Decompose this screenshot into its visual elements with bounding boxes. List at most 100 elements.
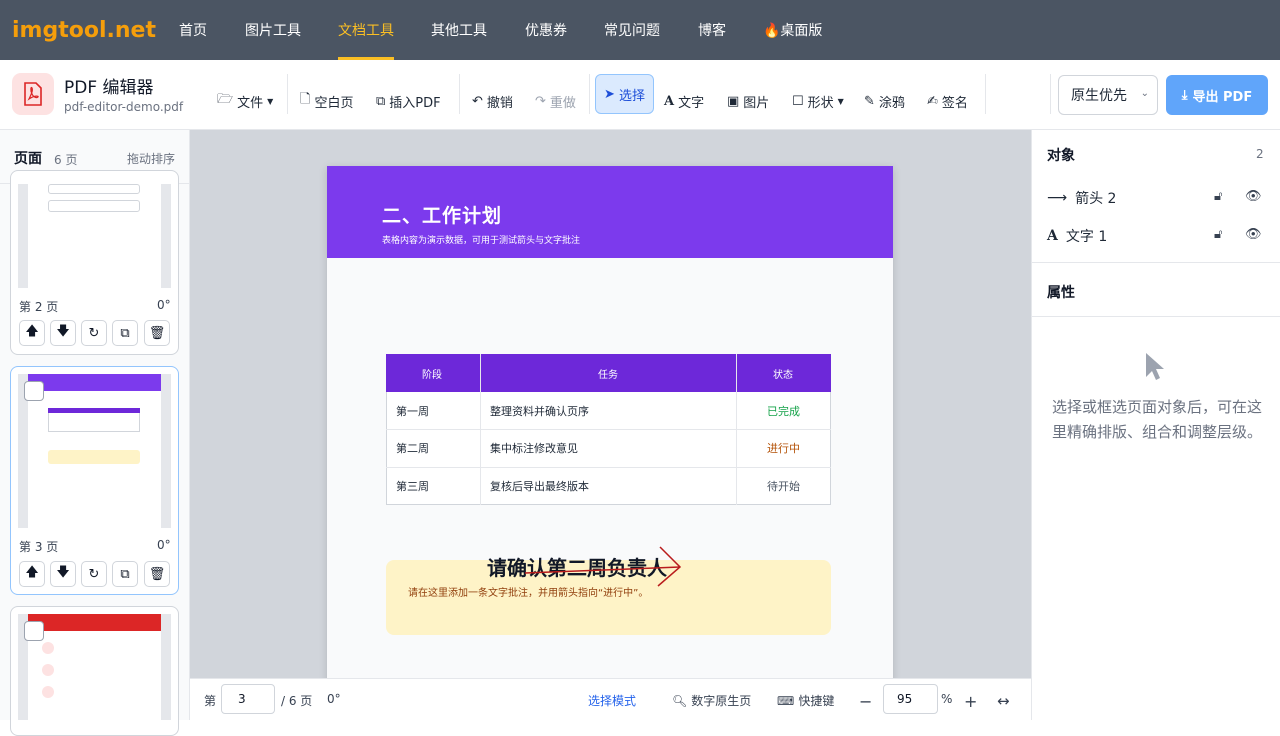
arrow-down-icon: 🡇: [56, 324, 70, 339]
duplicate-button[interactable]: ⧉: [112, 561, 138, 587]
page-number-input[interactable]: 3: [221, 684, 275, 714]
draw-label: 涂鸦: [878, 95, 905, 111]
page-checkbox-4[interactable]: [24, 621, 44, 641]
redo-icon: ↷: [535, 93, 546, 109]
nav-item-image-tools[interactable]: 图片工具: [245, 0, 301, 60]
zoom-unit: %: [941, 692, 953, 706]
duplicate-button[interactable]: ⧉: [112, 320, 138, 346]
toolbar-divider: [589, 74, 590, 114]
trash-icon: 🗑: [148, 325, 166, 341]
export-label: 导出 PDF: [1192, 89, 1253, 105]
rotate-button[interactable]: ↻: [81, 320, 107, 346]
eye-icon[interactable]: 👁︎: [1245, 227, 1262, 242]
page-checkbox-3[interactable]: [24, 381, 44, 401]
blank-page-label: 空白页: [314, 95, 354, 111]
table-cell: 第一周: [396, 405, 429, 418]
app-title: PDF 编辑器: [64, 78, 154, 98]
image-label: 图片: [743, 95, 770, 111]
page-rotation: 0°: [327, 692, 341, 706]
undo-label: 撤销: [486, 95, 513, 111]
sidebar-title: 页面: [14, 151, 42, 167]
fit-width-icon: ↔: [997, 692, 1010, 710]
render-mode-value: 原生优先: [1071, 88, 1127, 104]
shape-tool-button[interactable]: ☐ 形状 ▼: [792, 93, 844, 111]
image-icon: ▣: [727, 93, 740, 109]
render-mode-select[interactable]: 原生优先 ⌄: [1058, 75, 1158, 115]
square-icon: ☐: [792, 93, 804, 109]
shortcuts-button[interactable]: ⌨ 快捷键: [777, 692, 834, 709]
delete-button[interactable]: 🗑: [144, 320, 170, 346]
zoom-out-button[interactable]: −: [859, 692, 872, 711]
file-menu-button[interactable]: 🗁 文件 ▼: [217, 92, 274, 111]
rotate-icon: ↻: [88, 325, 100, 341]
page-thumbnail-2[interactable]: [18, 184, 171, 288]
sign-label: 签名: [941, 95, 968, 111]
move-down-button[interactable]: 🡇: [50, 561, 76, 587]
unlock-icon[interactable]: 🔓︎: [1214, 189, 1222, 204]
copy-icon: ⧉: [376, 93, 386, 109]
move-down-button[interactable]: 🡇: [50, 320, 76, 346]
blank-page-button[interactable]: 🗋 空白页: [300, 92, 354, 111]
page-rotation-2: 0°: [157, 298, 171, 312]
nav-item-faq[interactable]: 常见问题: [604, 0, 660, 60]
fit-width-button[interactable]: ↔: [997, 692, 1010, 710]
move-up-button[interactable]: 🡅: [19, 561, 45, 587]
cursor-icon: ➤: [604, 86, 615, 102]
undo-button[interactable]: ↶ 撤销: [472, 94, 513, 111]
toolbar-divider: [1050, 74, 1051, 114]
panel-divider: [1031, 316, 1280, 317]
table-cell: 复核后导出最终版本: [490, 480, 589, 493]
table-header-cell: 阶段: [422, 370, 442, 381]
nav-item-home[interactable]: 首页: [179, 0, 207, 60]
folder-icon: 🗁: [217, 92, 234, 107]
redo-button[interactable]: ↷ 重做: [535, 93, 576, 111]
digital-native-button[interactable]: 🔍︎ 数字原生页: [672, 692, 751, 709]
sign-tool-button[interactable]: ✍ 签名: [927, 94, 968, 111]
insert-pdf-button[interactable]: ⧉ 插入PDF: [376, 93, 441, 111]
properties-hint: 选择或框选页面对象后，可在这里精确排版、组合和调整层级。: [1052, 398, 1263, 441]
eye-icon[interactable]: 👁︎: [1245, 189, 1262, 204]
mode-indicator: 选择模式: [588, 694, 637, 708]
text-tool-button[interactable]: A 文字: [664, 93, 704, 111]
arrow-annotation[interactable]: [520, 540, 690, 590]
rotate-button[interactable]: ↻: [81, 561, 107, 587]
object-item-arrow[interactable]: ⟶ 箭头 2: [1047, 188, 1116, 208]
select-tool-button[interactable]: ➤ 选择: [595, 74, 654, 114]
arrow-up-icon: 🡅: [25, 565, 39, 580]
pointer-icon: [1146, 353, 1164, 380]
nav-item-blog[interactable]: 博客: [698, 0, 726, 60]
page-rotation-3: 0°: [157, 538, 171, 552]
copy-icon: ⧉: [120, 566, 130, 582]
shortcuts-label: 快捷键: [798, 694, 835, 708]
nav-item-coupons[interactable]: 优惠券: [525, 0, 567, 60]
status-badge: 待开始: [767, 480, 800, 493]
panel-divider: [1031, 262, 1280, 263]
app-filename: pdf-editor-demo.pdf: [64, 100, 184, 114]
page-prefix: 第: [204, 694, 217, 708]
export-pdf-button[interactable]: ⤓ 导出 PDF: [1166, 75, 1268, 115]
rotate-icon: ↻: [88, 566, 100, 582]
keyboard-icon: ⌨: [777, 693, 795, 708]
nav-item-doc-tools[interactable]: 文档工具: [338, 0, 394, 60]
text-icon: A: [664, 93, 675, 109]
site-logo[interactable]: imgtool.net: [12, 18, 162, 43]
nav-item-desktop[interactable]: 🔥桌面版: [763, 0, 822, 60]
table-cell: 整理资料并确认页序: [490, 405, 589, 418]
zoom-in-button[interactable]: +: [964, 692, 977, 711]
move-up-button[interactable]: 🡅: [19, 320, 45, 346]
delete-button[interactable]: 🗑: [144, 561, 170, 587]
nav-item-other-tools[interactable]: 其他工具: [431, 0, 487, 60]
table-row-divider: [386, 467, 831, 468]
draw-tool-button[interactable]: ✎ 涂鸦: [864, 94, 905, 111]
image-tool-button[interactable]: ▣ 图片: [727, 93, 770, 111]
caret-down-icon: ▼: [267, 96, 274, 106]
arrow-icon: ⟶: [1047, 190, 1068, 206]
insert-pdf-label: 插入PDF: [389, 95, 441, 111]
caret-down-icon: ▼: [837, 96, 844, 106]
search-icon: 🔍︎: [672, 693, 688, 708]
zoom-input[interactable]: 95: [883, 684, 938, 714]
table-cell: 第三周: [396, 480, 429, 493]
object-item-text[interactable]: A 文字 1: [1047, 226, 1107, 246]
arrow-down-icon: 🡇: [56, 565, 70, 580]
unlock-icon[interactable]: 🔓︎: [1214, 227, 1222, 242]
